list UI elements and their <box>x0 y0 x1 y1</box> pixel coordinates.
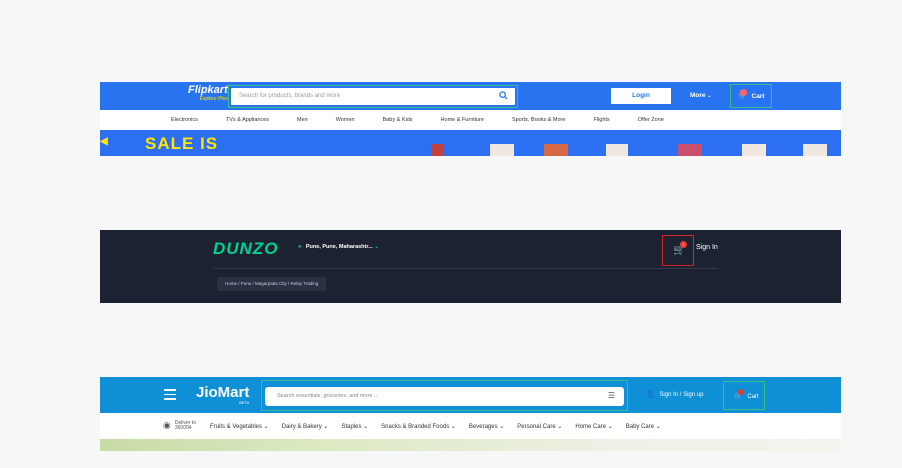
signin-signup-link[interactable]: 👤 Sign In / Sign up <box>646 390 703 398</box>
category-personal-care[interactable]: Personal Care ⌄ <box>517 423 562 430</box>
product-thumbnail[interactable] <box>490 144 514 156</box>
jiomart-search-input[interactable]: Search essentials, groceries, and more .… <box>265 387 624 406</box>
flipkart-search-highlight: Search for products, brands and more <box>228 85 518 108</box>
nav-item-baby-kids[interactable]: Baby & Kids <box>383 117 413 123</box>
cart-badge <box>740 89 747 96</box>
category-staples[interactable]: Staples ⌄ <box>341 423 368 430</box>
location-pin-icon: ● <box>298 244 302 250</box>
search-icon[interactable] <box>499 91 508 102</box>
product-thumbnail[interactable] <box>803 144 827 156</box>
category-dairy-bakery[interactable]: Dairy & Bakery ⌄ <box>282 423 329 430</box>
jiomart-search-placeholder: Search essentials, groceries, and more .… <box>277 393 379 399</box>
signin-link[interactable]: Sign In <box>696 244 718 251</box>
flipkart-cart-button[interactable]: 🛒 Cart <box>730 84 772 108</box>
category-fruits-vegetables[interactable]: Fruits & Vegetables ⌄ <box>210 423 269 430</box>
location-pin-icon: ◉ <box>163 420 171 431</box>
category-baby-care[interactable]: Baby Care ⌄ <box>626 423 661 430</box>
flipkart-logo[interactable]: Flipkart Explore Plus <box>188 85 228 103</box>
nav-item-home-furniture[interactable]: Home & Furniture <box>441 117 484 123</box>
location-selector[interactable]: ● Pune, Pune, Maharashtr... ⌄ <box>298 244 379 250</box>
nav-item-women[interactable]: Women <box>336 117 355 123</box>
flipkart-header: Flipkart Explore Plus Search for product… <box>100 82 841 156</box>
chevron-down-icon: ⌄ <box>374 244 379 250</box>
flipkart-topbar: Flipkart Explore Plus Search for product… <box>100 82 841 110</box>
jiomart-logo-sub: BETA <box>239 400 250 405</box>
more-label: More <box>690 92 706 99</box>
cart-badge <box>738 389 744 395</box>
cart-label: Cart <box>747 394 759 400</box>
banner-decoration-icon: ◀ <box>100 136 108 147</box>
user-icon: 👤 <box>646 391 655 398</box>
jiomart-cart-button[interactable]: 🛒 Cart <box>723 381 765 410</box>
cart-label: Cart <box>751 93 765 100</box>
nav-item-electronics[interactable]: Electronics <box>171 117 198 123</box>
divider <box>213 268 718 269</box>
deliver-to-selector[interactable]: ◉ Deliver to 360004 <box>163 420 196 432</box>
jiomart-logo[interactable]: JioMart BETA <box>196 384 249 405</box>
cart-badge: 1 <box>680 241 687 248</box>
flipkart-category-nav: Electronics TVs & Appliances Men Women B… <box>100 110 841 130</box>
category-beverages[interactable]: Beverages ⌄ <box>469 423 504 430</box>
jiomart-search-highlight: Search essentials, groceries, and more .… <box>261 380 628 411</box>
nav-item-offer-zone[interactable]: Offer Zone <box>638 117 664 123</box>
more-menu[interactable]: More ⌄ <box>690 92 712 99</box>
jiomart-category-nav: ◉ Deliver to 360004 Fruits & Vegetables … <box>100 413 841 439</box>
flipkart-logo-text: Flipkart <box>188 84 228 96</box>
nav-item-flights[interactable]: Flights <box>593 117 609 123</box>
flipkart-search-placeholder: Search for products, brands and more <box>239 93 341 99</box>
product-thumbnail[interactable] <box>431 144 443 156</box>
flipkart-sale-banner[interactable]: ◀ SALE IS <box>100 130 841 156</box>
product-thumbnail[interactable] <box>544 144 568 156</box>
dunzo-logo[interactable]: DUNZO <box>213 239 278 259</box>
location-text: Pune, Pune, Maharashtr... <box>305 244 373 250</box>
nav-item-men[interactable]: Men <box>297 117 308 123</box>
promo-banner-strip[interactable] <box>100 439 841 451</box>
sale-banner-text: SALE IS <box>145 134 219 153</box>
breadcrumb[interactable]: Home / Pune / Magarpatta City / Relay Tr… <box>217 277 327 291</box>
jiomart-logo-text: JioMart <box>196 384 250 401</box>
hamburger-menu-icon[interactable] <box>164 389 176 403</box>
nav-item-sports-books[interactable]: Sports, Books & More <box>512 117 566 123</box>
signin-label: Sign In / Sign up <box>659 392 704 398</box>
product-thumbnail[interactable] <box>678 144 702 156</box>
category-home-care[interactable]: Home Care ⌄ <box>575 423 612 430</box>
dunzo-header: DUNZO ● Pune, Pune, Maharashtr... ⌄ 🛒 1 … <box>100 230 841 303</box>
product-thumbnail[interactable] <box>742 144 766 156</box>
jiomart-topbar: JioMart BETA Search essentials, grocerie… <box>100 377 841 413</box>
pincode: 360004 <box>174 425 192 431</box>
deliver-to-text: Deliver to 360004 <box>174 420 196 432</box>
flipkart-search-input[interactable]: Search for products, brands and more <box>231 88 515 105</box>
flipkart-logo-sub: Explore Plus <box>199 96 228 102</box>
list-icon[interactable]: ☰ <box>608 391 615 400</box>
jiomart-header: JioMart BETA Search essentials, grocerie… <box>100 377 841 451</box>
chevron-down-icon: ⌄ <box>707 93 712 99</box>
product-thumbnail[interactable] <box>606 144 628 156</box>
login-button[interactable]: Login <box>611 88 671 104</box>
category-snacks-branded-foods[interactable]: Snacks & Branded Foods ⌄ <box>381 423 456 430</box>
nav-item-tvs-appliances[interactable]: TVs & Appliances <box>226 117 269 123</box>
dunzo-cart-button[interactable]: 🛒 1 <box>662 235 694 266</box>
